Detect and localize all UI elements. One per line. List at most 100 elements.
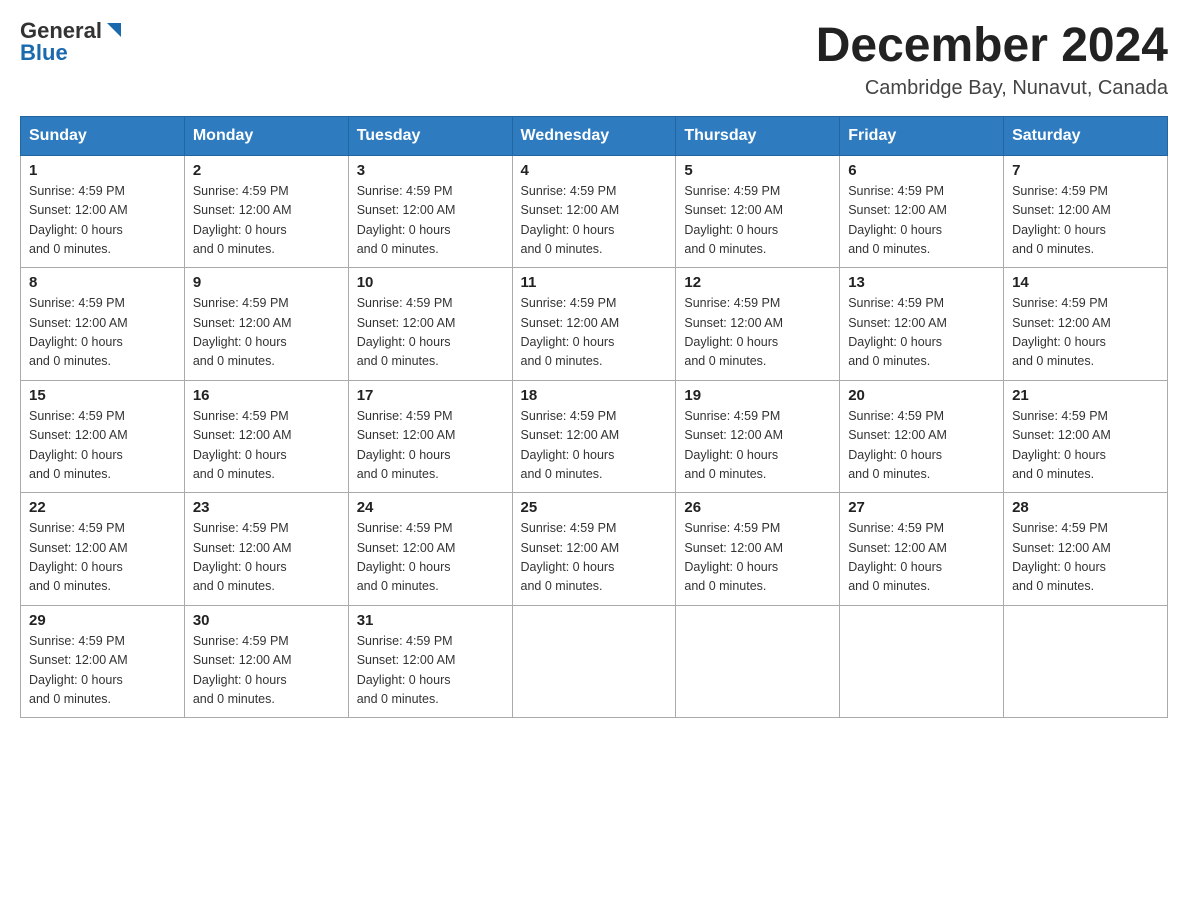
logo: General Blue (20, 20, 125, 66)
day-number: 4 (521, 162, 668, 179)
calendar-cell: 17 Sunrise: 4:59 PMSunset: 12:00 AMDaylig… (348, 380, 512, 493)
calendar-week-4: 22 Sunrise: 4:59 PMSunset: 12:00 AMDaylig… (21, 493, 1168, 606)
col-header-thursday: Thursday (676, 116, 840, 155)
day-number: 3 (357, 162, 504, 179)
day-info: Sunrise: 4:59 PMSunset: 12:00 AMDaylight… (357, 407, 504, 485)
day-info: Sunrise: 4:59 PMSunset: 12:00 AMDaylight… (684, 182, 831, 260)
day-number: 13 (848, 274, 995, 291)
calendar-cell: 3Sunrise: 4:59 PMSunset: 12:00 AMDayligh… (348, 155, 512, 268)
col-header-wednesday: Wednesday (512, 116, 676, 155)
day-info: Sunrise: 4:59 PMSunset: 12:00 AMDaylight… (521, 407, 668, 485)
page-header: General Blue December 2024 Cambridge Bay… (20, 20, 1168, 100)
day-header-row: SundayMondayTuesdayWednesdayThursdayFrid… (21, 116, 1168, 155)
calendar-cell: 29 Sunrise: 4:59 PMSunset: 12:00 AMDaylig… (21, 605, 185, 718)
calendar-cell: 28 Sunrise: 4:59 PMSunset: 12:00 AMDaylig… (1004, 493, 1168, 606)
calendar-cell: 9Sunrise: 4:59 PMSunset: 12:00 AMDayligh… (184, 268, 348, 381)
calendar-week-2: 8 Sunrise: 4:59 PMSunset: 12:00 AMDayligh… (21, 268, 1168, 381)
day-number: 27 (848, 499, 995, 516)
day-number: 26 (684, 499, 831, 516)
day-number: 28 (1012, 499, 1159, 516)
calendar-week-3: 15 Sunrise: 4:59 PMSunset: 12:00 AMDaylig… (21, 380, 1168, 493)
day-number: 12 (684, 274, 831, 291)
day-number: 25 (521, 499, 668, 516)
day-number: 21 (1012, 387, 1159, 404)
calendar-week-1: 1Sunrise: 4:59 PMSunset: 12:00 AMDayligh… (21, 155, 1168, 268)
day-info: Sunrise: 4:59 PMSunset: 12:00 AMDaylight… (193, 519, 340, 597)
day-info: Sunrise: 4:59 PMSunset: 12:00 AMDaylight… (848, 182, 995, 260)
day-info: Sunrise: 4:59 PMSunset: 12:00 AMDaylight… (357, 294, 504, 372)
calendar-cell: 30 Sunrise: 4:59 PMSunset: 12:00 AMDaylig… (184, 605, 348, 718)
calendar-cell: 11 Sunrise: 4:59 PMSunset: 12:00 AMDaylig… (512, 268, 676, 381)
calendar-cell (1004, 605, 1168, 718)
day-info: Sunrise: 4:59 PMSunset: 12:00 AMDaylight… (29, 632, 176, 710)
col-header-tuesday: Tuesday (348, 116, 512, 155)
day-number: 5 (684, 162, 831, 179)
day-info: Sunrise: 4:59 PMSunset: 12:00 AMDaylight… (1012, 294, 1159, 372)
day-info: Sunrise: 4:59 PMSunset: 12:00 AMDaylight… (521, 519, 668, 597)
month-title: December 2024 (816, 20, 1168, 73)
day-info: Sunrise: 4:59 PMSunset: 12:00 AMDaylight… (684, 294, 831, 372)
calendar-cell: 13Sunrise: 4:59 PMSunset: 12:00 AMDaylig… (840, 268, 1004, 381)
day-info: Sunrise: 4:59 PMSunset: 12:00 AMDaylight… (193, 182, 340, 260)
day-number: 2 (193, 162, 340, 179)
calendar-cell: 23 Sunrise: 4:59 PMSunset: 12:00 AMDaylig… (184, 493, 348, 606)
day-info: Sunrise: 4:59 PMSunset: 12:00 AMDaylight… (29, 407, 176, 485)
day-info: Sunrise: 4:59 PMSunset: 12:00 AMDaylight… (29, 182, 176, 260)
col-header-sunday: Sunday (21, 116, 185, 155)
day-number: 15 (29, 387, 176, 404)
logo-general: General (20, 20, 102, 42)
day-number: 7 (1012, 162, 1159, 179)
calendar-cell: 15 Sunrise: 4:59 PMSunset: 12:00 AMDaylig… (21, 380, 185, 493)
calendar-cell: 4Sunrise: 4:59 PMSunset: 12:00 AMDayligh… (512, 155, 676, 268)
calendar-cell: 7Sunrise: 4:59 PMSunset: 12:00 AMDayligh… (1004, 155, 1168, 268)
logo-blue: Blue (20, 40, 68, 66)
col-header-saturday: Saturday (1004, 116, 1168, 155)
col-header-friday: Friday (840, 116, 1004, 155)
title-block: December 2024 Cambridge Bay, Nunavut, Ca… (816, 20, 1168, 100)
calendar-cell: 26 Sunrise: 4:59 PMSunset: 12:00 AMDaylig… (676, 493, 840, 606)
calendar-cell: 12 Sunrise: 4:59 PMSunset: 12:00 AMDaylig… (676, 268, 840, 381)
day-number: 22 (29, 499, 176, 516)
calendar-week-5: 29 Sunrise: 4:59 PMSunset: 12:00 AMDaylig… (21, 605, 1168, 718)
day-number: 9 (193, 274, 340, 291)
col-header-monday: Monday (184, 116, 348, 155)
day-info: Sunrise: 4:59 PMSunset: 12:00 AMDaylight… (357, 519, 504, 597)
day-info: Sunrise: 4:59 PMSunset: 12:00 AMDaylight… (848, 519, 995, 597)
day-number: 6 (848, 162, 995, 179)
day-number: 8 (29, 274, 176, 291)
day-number: 11 (521, 274, 668, 291)
calendar-cell (512, 605, 676, 718)
day-number: 17 (357, 387, 504, 404)
calendar-cell: 31 Sunrise: 4:59 PMSunset: 12:00 AMDaylig… (348, 605, 512, 718)
calendar-cell: 10Sunrise: 4:59 PMSunset: 12:00 AMDaylig… (348, 268, 512, 381)
day-number: 24 (357, 499, 504, 516)
calendar-cell: 18 Sunrise: 4:59 PMSunset: 12:00 AMDaylig… (512, 380, 676, 493)
logo-arrow-icon (103, 19, 125, 41)
day-info: Sunrise: 4:59 PMSunset: 12:00 AMDaylight… (29, 294, 176, 372)
calendar-cell: 25 Sunrise: 4:59 PMSunset: 12:00 AMDaylig… (512, 493, 676, 606)
calendar-cell: 20Sunrise: 4:59 PMSunset: 12:00 AMDaylig… (840, 380, 1004, 493)
location-title: Cambridge Bay, Nunavut, Canada (816, 77, 1168, 100)
calendar-cell: 14Sunrise: 4:59 PMSunset: 12:00 AMDaylig… (1004, 268, 1168, 381)
day-number: 31 (357, 612, 504, 629)
day-info: Sunrise: 4:59 PMSunset: 12:00 AMDaylight… (193, 407, 340, 485)
calendar-table: SundayMondayTuesdayWednesdayThursdayFrid… (20, 116, 1168, 719)
day-number: 30 (193, 612, 340, 629)
day-number: 20 (848, 387, 995, 404)
day-info: Sunrise: 4:59 PMSunset: 12:00 AMDaylight… (29, 519, 176, 597)
day-info: Sunrise: 4:59 PMSunset: 12:00 AMDaylight… (521, 294, 668, 372)
calendar-cell: 27 Sunrise: 4:59 PMSunset: 12:00 AMDaylig… (840, 493, 1004, 606)
calendar-cell: 21Sunrise: 4:59 PMSunset: 12:00 AMDaylig… (1004, 380, 1168, 493)
calendar-cell: 16Sunrise: 4:59 PMSunset: 12:00 AMDaylig… (184, 380, 348, 493)
day-number: 18 (521, 387, 668, 404)
calendar-cell: 8 Sunrise: 4:59 PMSunset: 12:00 AMDayligh… (21, 268, 185, 381)
calendar-cell: 22 Sunrise: 4:59 PMSunset: 12:00 AMDaylig… (21, 493, 185, 606)
day-number: 29 (29, 612, 176, 629)
day-info: Sunrise: 4:59 PMSunset: 12:00 AMDaylight… (193, 632, 340, 710)
day-info: Sunrise: 4:59 PMSunset: 12:00 AMDaylight… (1012, 519, 1159, 597)
day-info: Sunrise: 4:59 PMSunset: 12:00 AMDaylight… (357, 632, 504, 710)
day-info: Sunrise: 4:59 PMSunset: 12:00 AMDaylight… (684, 519, 831, 597)
day-number: 23 (193, 499, 340, 516)
calendar-cell: 5 Sunrise: 4:59 PMSunset: 12:00 AMDayligh… (676, 155, 840, 268)
calendar-cell: 6 Sunrise: 4:59 PMSunset: 12:00 AMDayligh… (840, 155, 1004, 268)
